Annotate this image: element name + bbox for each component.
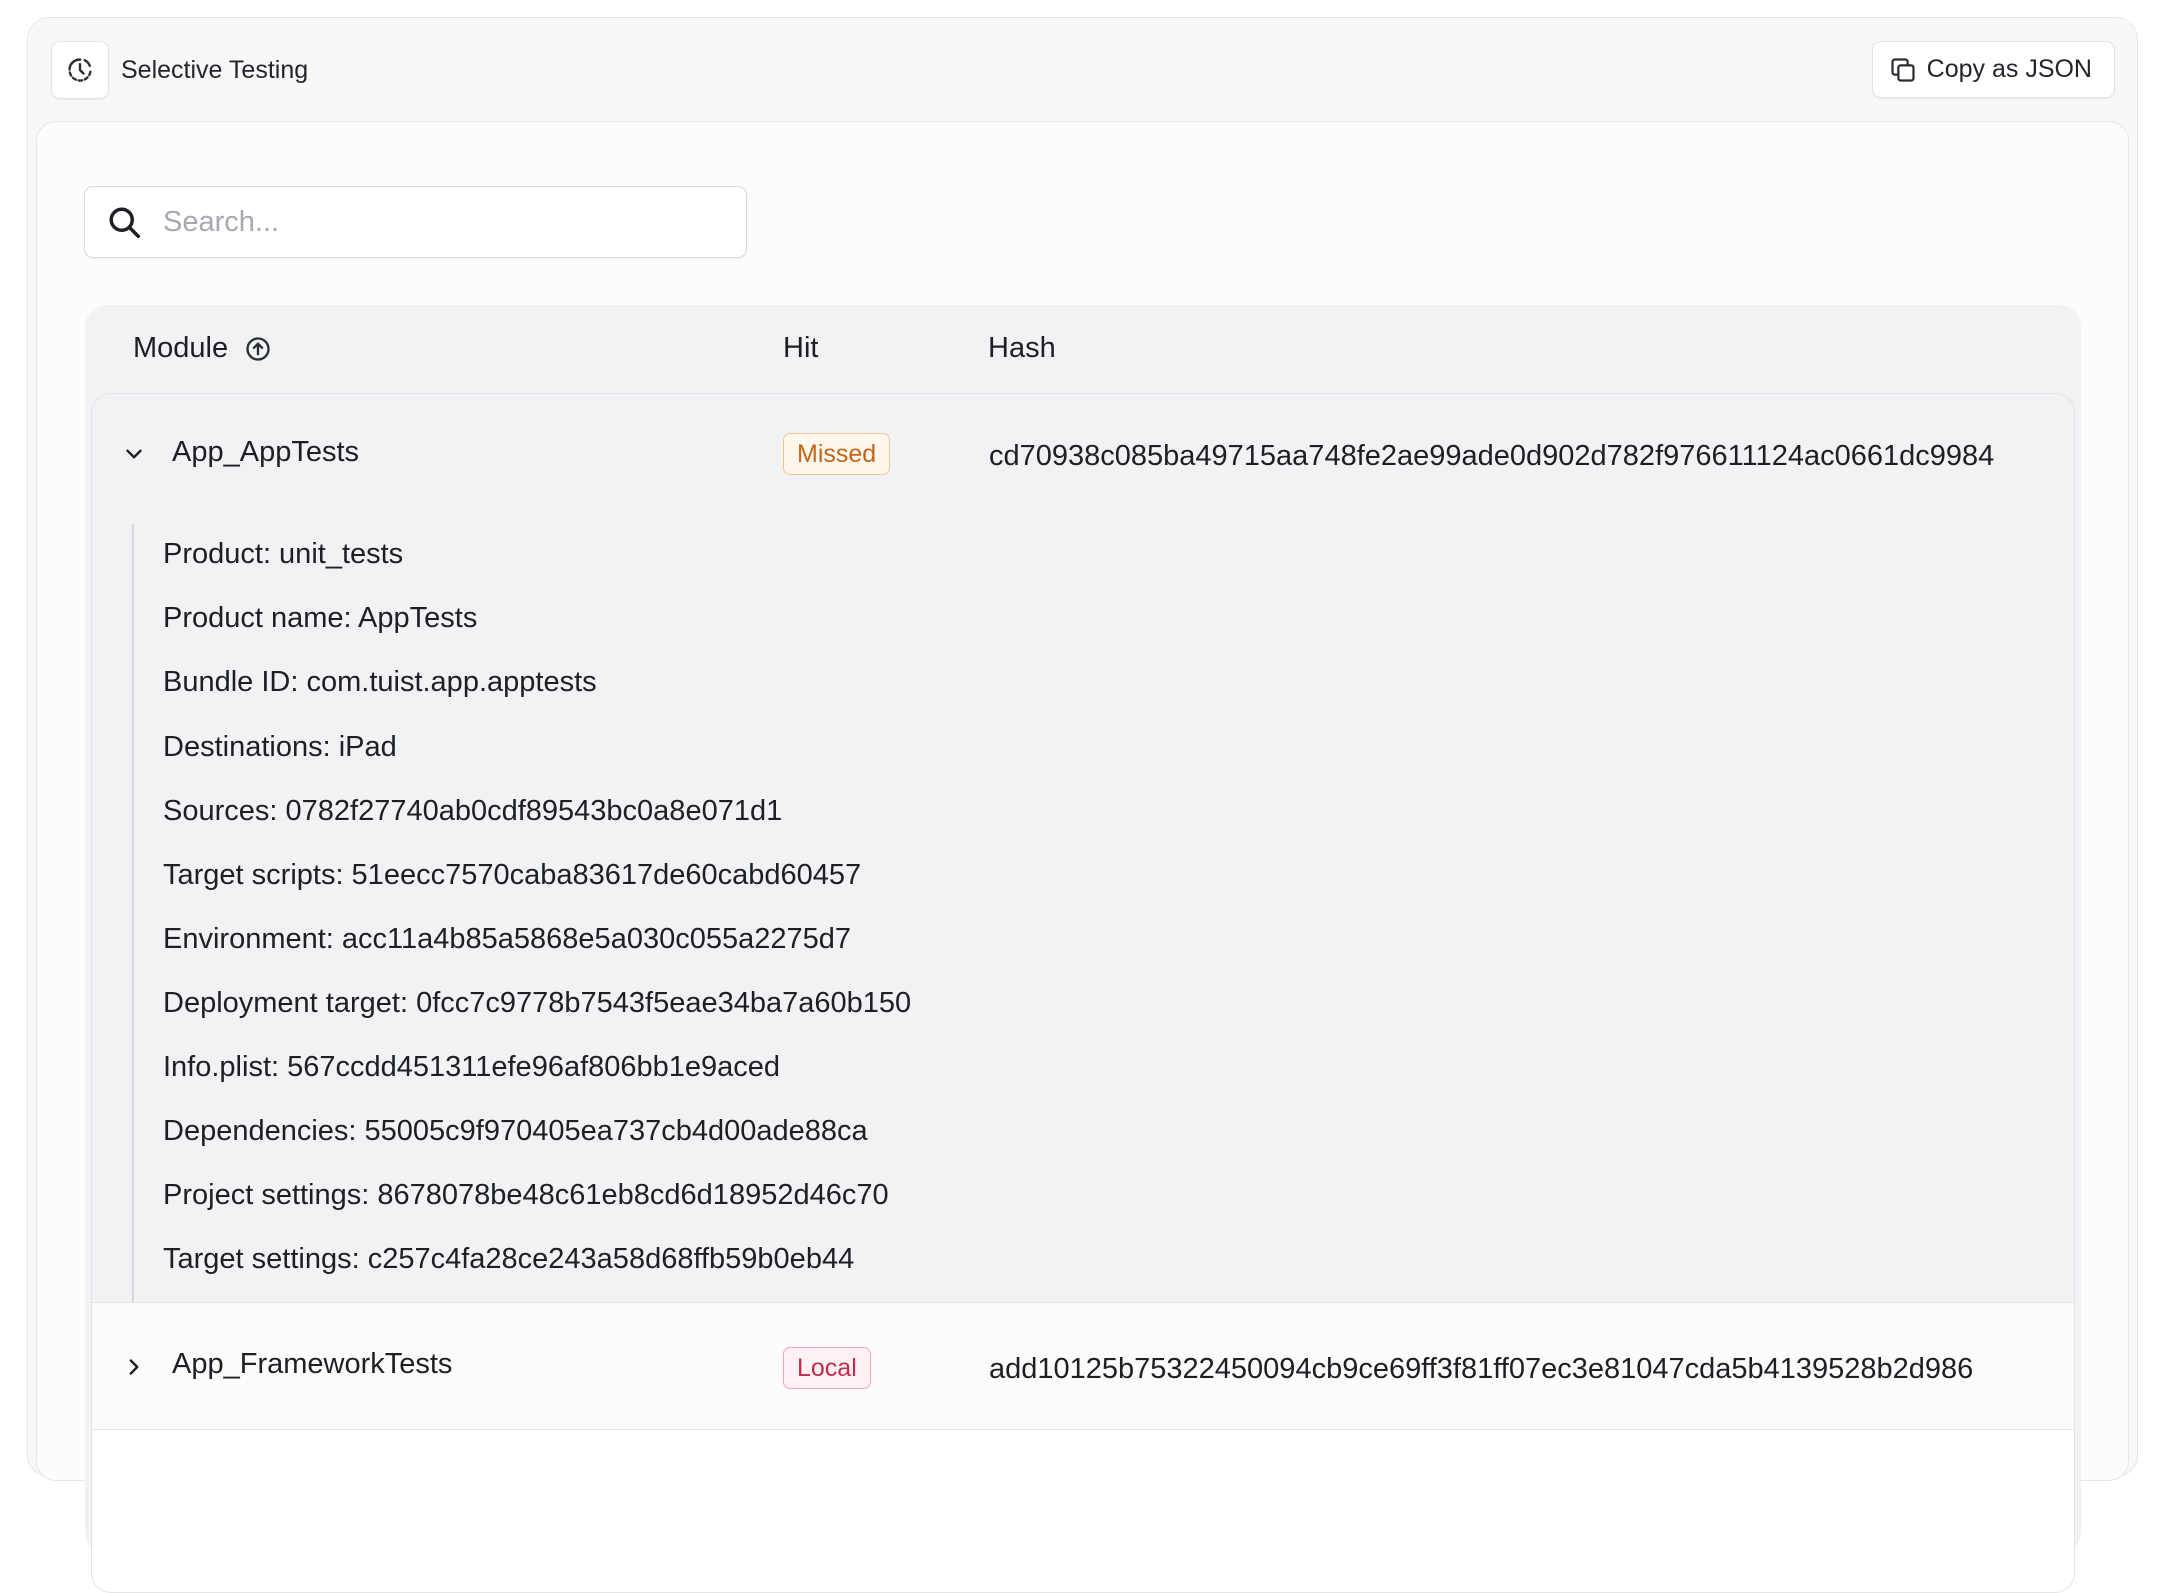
- status-badge: Missed: [783, 433, 891, 475]
- modules-table: Module Hit Hash App_AppTests Missed cd70…: [85, 305, 2081, 1593]
- table-row-summary[interactable]: App_FrameworkTests Local add10125b753224…: [92, 1347, 2074, 1389]
- column-header-hash[interactable]: Hash: [988, 330, 1056, 368]
- detail-bundle-id: Bundle ID: com.tuist.app.apptests: [163, 666, 597, 698]
- detail-dependencies: Dependencies: 55005c9f970405ea737cb4d00a…: [163, 1115, 868, 1147]
- copy-as-json-label: Copy as JSON: [1926, 55, 2092, 83]
- column-header-module-label: Module: [133, 332, 229, 364]
- table-row[interactable]: App_FrameworkTests Local add10125b753224…: [92, 1303, 2074, 1430]
- detail-target-scripts: Target scripts: 51eecc7570caba83617de60c…: [163, 859, 862, 891]
- detail-product-name: Product name: AppTests: [163, 602, 478, 634]
- module-name: App_FrameworkTests: [172, 1348, 453, 1380]
- detail-target-settings: Target settings: c257c4fa28ce243a58d68ff…: [163, 1243, 855, 1275]
- detail-info-plist: Info.plist: 567ccdd451311efe96af806bb1e9…: [163, 1051, 781, 1083]
- page-title: Selective Testing: [121, 56, 309, 84]
- detail-environment: Environment: acc11a4b85a5868e5a030c055a2…: [163, 923, 851, 955]
- content-panel: Module Hit Hash: [36, 121, 2129, 1593]
- column-header-hit[interactable]: Hit: [783, 330, 818, 368]
- table-header: Module Hit Hash: [85, 305, 2081, 393]
- table-row-summary[interactable]: App_AppTests Missed cd70938c085ba49715aa…: [92, 433, 2074, 475]
- selective-testing-card: Selective Testing Copy as JSON Search...…: [27, 17, 2138, 1593]
- sort-arrow-up-icon[interactable]: [244, 335, 272, 363]
- module-name: App_AppTests: [172, 436, 360, 468]
- hash-value: cd70938c085ba49715aa748fe2ae99ade0d902d7…: [989, 440, 1995, 472]
- chevron-right-icon[interactable]: [121, 1354, 147, 1380]
- detail-sources: Sources: 0782f27740ab0cdf89543bc0a8e071d…: [163, 795, 783, 827]
- detail-deployment-target: Deployment target: 0fcc7c9778b7543f5eae3…: [163, 987, 912, 1019]
- chevron-down-icon[interactable]: [121, 441, 147, 467]
- table-row[interactable]: App_AppTests Missed cd70938c085ba49715aa…: [92, 394, 2074, 1303]
- column-header-module[interactable]: Module: [133, 330, 272, 368]
- search-input[interactable]: [163, 192, 723, 252]
- status-badge: Local: [783, 1347, 871, 1389]
- copy-as-json-button[interactable]: Copy as JSON: [1871, 41, 2115, 98]
- history-clock-icon: [51, 41, 109, 99]
- detail-product: Product: unit_tests: [163, 538, 404, 570]
- table-body: App_AppTests Missed cd70938c085ba49715aa…: [91, 393, 2075, 1593]
- detail-destinations: Destinations: iPad: [163, 731, 397, 763]
- card-header: Selective Testing Copy as JSON: [28, 18, 2137, 122]
- search-icon: [85, 187, 163, 257]
- copy-icon: [1889, 56, 1917, 84]
- module-details: Product: unit_tests Product name: AppTes…: [132, 524, 1332, 1303]
- hash-value: add10125b75322450094cb9ce69ff3f81ff07ec3…: [989, 1353, 1974, 1385]
- search-box[interactable]: [84, 186, 747, 258]
- detail-project-settings: Project settings: 8678078be48c61eb8cd6d1…: [163, 1179, 889, 1211]
